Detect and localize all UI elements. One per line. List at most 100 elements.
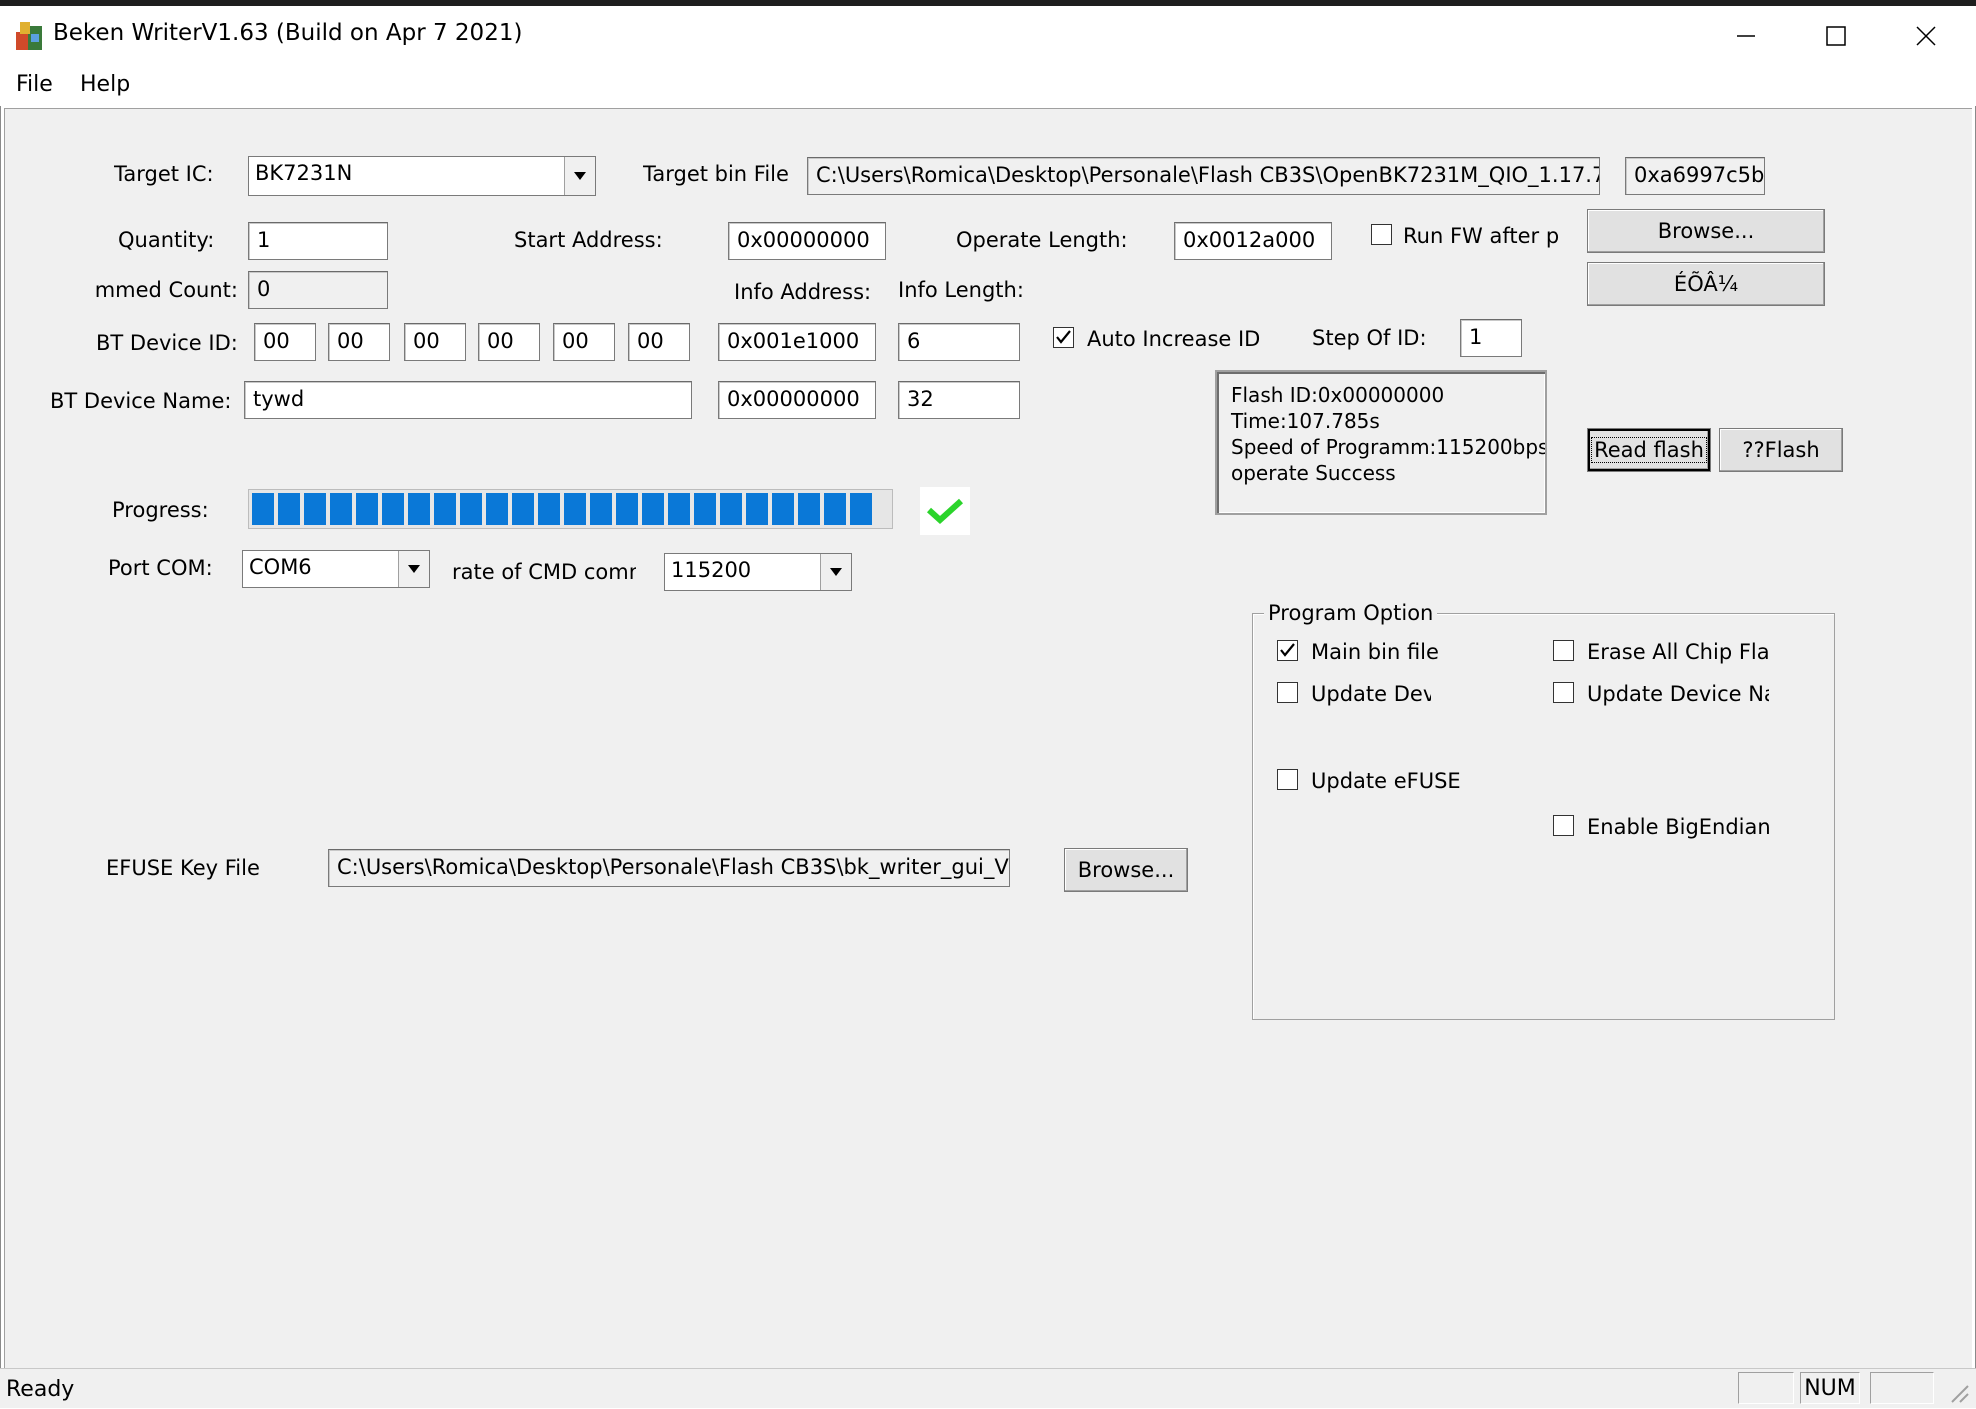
efuse-key-field[interactable]: C:\Users\Romica\Desktop\Personale\Flash … xyxy=(328,849,1010,887)
status-panel-num: NUM xyxy=(1800,1372,1860,1404)
progress-segment xyxy=(356,493,378,525)
progress-segment xyxy=(564,493,586,525)
resize-grip-icon[interactable] xyxy=(1946,1380,1970,1404)
browse-efuse-button[interactable]: Browse... xyxy=(1064,848,1188,892)
progress-label: Progress: xyxy=(112,498,209,522)
menu-help[interactable]: Help xyxy=(78,72,132,97)
progress-segment xyxy=(538,493,560,525)
run-fw-checkbox[interactable] xyxy=(1371,224,1392,245)
update-device-name-label: Update Device Name xyxy=(1587,682,1769,706)
status-bar xyxy=(0,1368,1976,1408)
port-com-select[interactable]: COM6 xyxy=(242,550,430,588)
maximize-icon xyxy=(1826,26,1846,46)
info-length-label: Info Length: xyxy=(898,278,1024,302)
progress-segment xyxy=(668,493,690,525)
big-endian-label: Enable BigEndian ID xyxy=(1587,815,1769,839)
close-button[interactable] xyxy=(1880,8,1972,64)
bt-device-name-field[interactable]: tywd xyxy=(244,381,692,419)
extra-button[interactable]: ÉÕÂ¼ xyxy=(1587,262,1825,306)
operate-length-field[interactable]: 0x0012a000 xyxy=(1174,222,1332,260)
window-title: Beken WriterV1.63 (Build on Apr 7 2021) xyxy=(53,20,523,46)
bt-id-byte-3[interactable]: 00 xyxy=(404,323,466,361)
status-panel-scroll xyxy=(1870,1372,1934,1404)
port-com-label: Port COM: xyxy=(108,556,213,580)
chevron-down-icon[interactable] xyxy=(398,551,429,587)
progress-segment xyxy=(616,493,638,525)
browse-bin-button[interactable]: Browse... xyxy=(1587,209,1825,253)
auto-increase-label: Auto Increase ID xyxy=(1087,327,1261,351)
progress-segment xyxy=(252,493,274,525)
bt-id-byte-6[interactable]: 00 xyxy=(628,323,690,361)
app-icon[interactable] xyxy=(14,20,46,52)
progress-segment xyxy=(720,493,742,525)
progress-segment xyxy=(434,493,456,525)
target-ic-label: Target IC: xyxy=(114,162,214,186)
read-flash-label: Read flash xyxy=(1591,437,1707,463)
progress-segment xyxy=(304,493,326,525)
progress-segment xyxy=(486,493,508,525)
quantity-field[interactable]: 1 xyxy=(248,222,388,260)
progress-segment xyxy=(850,493,872,525)
status-text: Ready xyxy=(6,1377,75,1402)
update-efuse-checkbox[interactable] xyxy=(1277,769,1298,790)
target-bin-label: Target bin File xyxy=(643,162,789,186)
bt-id-byte-1[interactable]: 00 xyxy=(254,323,316,361)
auto-increase-checkbox[interactable] xyxy=(1053,327,1074,348)
speed-text: Speed of Programm:115200bps xyxy=(1231,435,1547,459)
flash-id-text: Flash ID:0x00000000 xyxy=(1231,383,1445,407)
progress-segment xyxy=(694,493,716,525)
main-bin-label: Main bin file xyxy=(1311,640,1439,664)
chevron-down-icon[interactable] xyxy=(564,157,595,195)
checksum-field[interactable]: 0xa6997c5b xyxy=(1625,157,1765,195)
success-check-icon xyxy=(920,487,970,535)
big-endian-checkbox[interactable] xyxy=(1553,815,1574,836)
progress-segment xyxy=(278,493,300,525)
main-bin-checkbox[interactable] xyxy=(1277,640,1298,661)
progress-segment xyxy=(642,493,664,525)
info-address-field-1[interactable]: 0x001e1000 xyxy=(718,323,876,361)
update-device-name-checkbox[interactable] xyxy=(1553,682,1574,703)
menu-bar xyxy=(0,68,1976,106)
progress-segment xyxy=(746,493,768,525)
step-of-id-field[interactable]: 1 xyxy=(1460,319,1522,357)
run-fw-label: Run FW after program xyxy=(1403,224,1561,248)
target-ic-value: BK7231N xyxy=(255,161,353,185)
baud-value: 115200 xyxy=(671,558,752,582)
programmed-count-label: Programmed Count: xyxy=(96,278,238,302)
chevron-down-icon[interactable] xyxy=(820,554,851,590)
update-efuse-label: Update eFUSE xyxy=(1311,769,1461,793)
bt-id-byte-4[interactable]: 00 xyxy=(478,323,540,361)
progress-segment xyxy=(460,493,482,525)
status-panel-caps xyxy=(1738,1372,1794,1404)
baud-select[interactable]: 115200 xyxy=(664,553,852,591)
erase-all-checkbox[interactable] xyxy=(1553,640,1574,661)
bt-device-name-label: BT Device Name: xyxy=(50,389,232,413)
bt-id-byte-5[interactable]: 00 xyxy=(553,323,615,361)
step-of-id-label: Step Of ID: xyxy=(1312,326,1427,350)
update-device-id-checkbox[interactable] xyxy=(1277,682,1298,703)
progress-segment xyxy=(590,493,612,525)
progress-segment xyxy=(772,493,794,525)
port-com-value: COM6 xyxy=(249,555,312,579)
target-ic-select[interactable]: BK7231N xyxy=(248,156,596,196)
bt-id-byte-2[interactable]: 00 xyxy=(328,323,390,361)
minimize-icon xyxy=(1737,35,1755,37)
checkmark-icon xyxy=(1056,330,1071,344)
maximize-button[interactable] xyxy=(1790,8,1882,64)
read-flash-button[interactable]: Read flash xyxy=(1587,428,1711,472)
info-address-field-2[interactable]: 0x00000000 xyxy=(718,381,876,419)
info-length-field-1[interactable]: 6 xyxy=(898,323,1020,361)
info-length-field-2[interactable]: 32 xyxy=(898,381,1020,419)
status-log[interactable]: Flash ID:0x00000000 Time:107.785s Speed … xyxy=(1215,370,1547,515)
menu-file[interactable]: File xyxy=(14,72,55,97)
progress-segment xyxy=(512,493,534,525)
minimize-button[interactable] xyxy=(1700,8,1792,64)
programmed-count-field[interactable]: 0 xyxy=(248,271,388,309)
efuse-key-label: EFUSE Key File xyxy=(106,856,260,880)
update-device-id-label: Update Device ID xyxy=(1311,682,1431,706)
write-flash-button[interactable]: ??Flash xyxy=(1719,428,1843,472)
progress-segment xyxy=(382,493,404,525)
start-address-field[interactable]: 0x00000000 xyxy=(728,222,886,260)
target-bin-field[interactable]: C:\Users\Romica\Desktop\Personale\Flash … xyxy=(807,157,1600,195)
checkmark-icon xyxy=(1280,643,1295,657)
